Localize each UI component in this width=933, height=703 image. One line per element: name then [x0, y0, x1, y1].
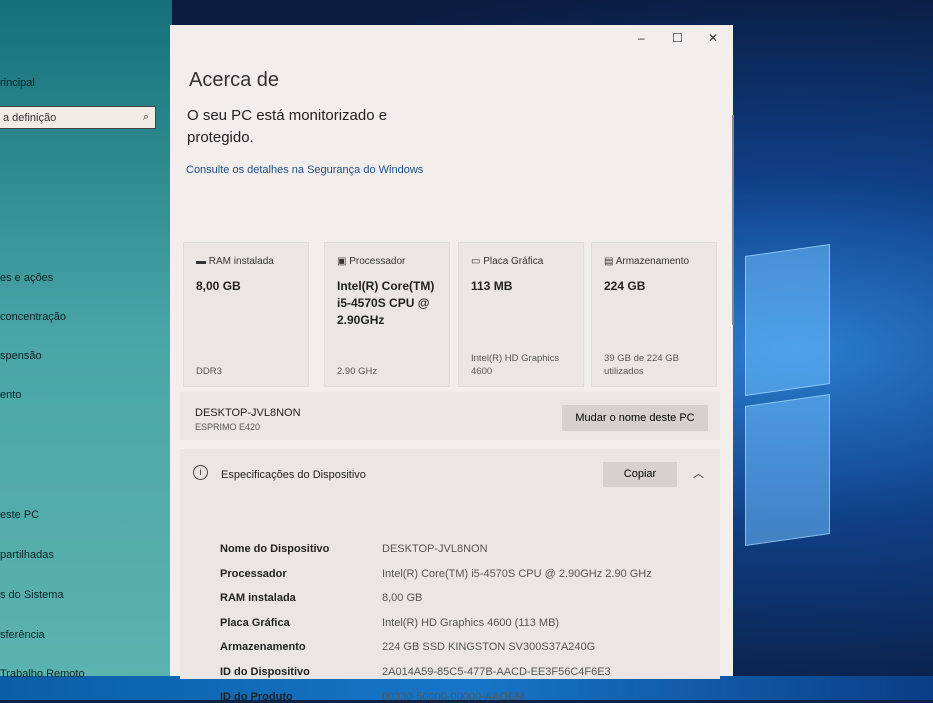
- spec-label: Armazenamento: [220, 641, 306, 654]
- spec-label: ID do Produto: [220, 690, 293, 703]
- sidebar-item[interactable]: s do Sistema: [0, 589, 64, 601]
- card-label: Armazenamento: [615, 256, 690, 267]
- display-icon: ▭: [471, 256, 481, 267]
- spec-value: DESKTOP-JVL8NON: [382, 543, 488, 555]
- card-value: Intel(R) Core(TM) i5-4570S CPU @ 2.90GHz: [337, 279, 435, 327]
- card-sub: 2.90 GHz: [337, 366, 378, 377]
- security-details-link[interactable]: Consulte os detalhes na Segurança do Win…: [186, 164, 423, 176]
- search-placeholder: a definição: [3, 112, 57, 124]
- spec-label: ID do Dispositivo: [220, 666, 310, 678]
- sidebar-item[interactable]: ento: [0, 389, 21, 401]
- processor-card: ▣ Processador Intel(R) Core(TM) i5-4570S…: [324, 242, 450, 387]
- sidebar-home[interactable]: rincipal: [0, 77, 35, 89]
- sidebar-item[interactable]: sferência: [0, 629, 45, 641]
- ram-card: ▬ RAM instalada 8,00 GB DDR3: [183, 242, 309, 387]
- section-title: Especificações do Dispositivo: [221, 469, 366, 481]
- chip-icon: ▣: [337, 256, 347, 267]
- sidebar-item[interactable]: concentração: [0, 311, 66, 323]
- sidebar-item[interactable]: este PC: [0, 509, 39, 521]
- card-label: RAM instalada: [208, 256, 274, 267]
- graphics-card: ▭ Placa Gráfica 113 MB Intel(R) HD Graph…: [458, 242, 584, 387]
- spec-value: Intel(R) Core(TM) i5-4570S CPU @ 2.90GHz…: [382, 567, 652, 580]
- card-sub: 39 GB de 224 GB utilizados: [604, 353, 679, 377]
- protection-status: O seu PC está monitorizado e protegido.: [187, 107, 388, 146]
- sidebar-item[interactable]: es e ações: [0, 272, 53, 284]
- spec-label: RAM instalada: [220, 592, 296, 605]
- close-button[interactable]: ✕: [708, 31, 718, 45]
- spec-value: 00330-50000-00000-AAOEM: [382, 690, 525, 703]
- spec-value: 224 GB SSD KINGSTON SV300S37A240G: [382, 641, 596, 654]
- rename-pc-button[interactable]: Mudar o nome deste PC: [562, 405, 708, 431]
- spec-value: Intel(R) HD Graphics 4600 (113 MB): [382, 616, 560, 629]
- info-icon: i: [193, 465, 208, 480]
- card-label: Placa Gráfica: [483, 256, 544, 267]
- copy-button[interactable]: Copiar: [603, 462, 677, 487]
- card-value: 8,00 GB: [196, 279, 241, 293]
- page-title: Acerca de: [189, 69, 280, 91]
- spec-value: 8,00 GB: [382, 592, 423, 605]
- minimize-button[interactable]: –: [638, 31, 645, 45]
- windows-logo: [745, 244, 830, 546]
- scrollbar[interactable]: [732, 115, 734, 325]
- about-window: – ☐ ✕ Acerca de O seu PC está monitoriza…: [170, 25, 734, 703]
- spec-value: 2A014A59-85C5-477B-AACD-EE3F56C4F6E3: [382, 666, 611, 678]
- drive-icon: ▤: [604, 256, 614, 267]
- sidebar-item[interactable]: spensão: [0, 350, 42, 362]
- maximize-button[interactable]: ☐: [672, 31, 683, 45]
- sidebar-item[interactable]: Trabalho Remoto: [0, 668, 85, 680]
- card-label: Processador: [349, 256, 406, 267]
- sidebar-item[interactable]: partilhadas: [0, 549, 54, 561]
- memory-icon: ▬: [196, 256, 206, 267]
- spec-label: Nome do Dispositivo: [220, 543, 330, 555]
- storage-card: ▤ Armazenamento 224 GB 39 GB de 224 GB u…: [591, 242, 717, 387]
- pc-model: ESPRIMO E420: [195, 422, 261, 432]
- card-value: 224 GB: [604, 279, 646, 293]
- pc-name-section: DESKTOP-JVL8NON ESPRIMO E420 Mudar o nom…: [180, 392, 720, 440]
- pc-name: DESKTOP-JVL8NON: [195, 407, 301, 419]
- card-value: 113 MB: [471, 279, 513, 293]
- settings-sidebar: rincipal a definição ⌕ es e ações concent…: [0, 0, 172, 680]
- device-specs-section: i Especificações do Dispositivo Copiar ︿…: [180, 449, 720, 703]
- card-sub: DDR3: [196, 366, 222, 377]
- search-input[interactable]: a definição ⌕: [0, 106, 156, 129]
- spec-label: Placa Gráfica: [220, 616, 290, 629]
- spec-label: Processador: [220, 567, 287, 580]
- card-sub: Intel(R) HD Graphics 4600: [471, 353, 560, 377]
- chevron-up-icon[interactable]: ︿: [693, 465, 704, 481]
- search-icon: ⌕: [142, 111, 149, 123]
